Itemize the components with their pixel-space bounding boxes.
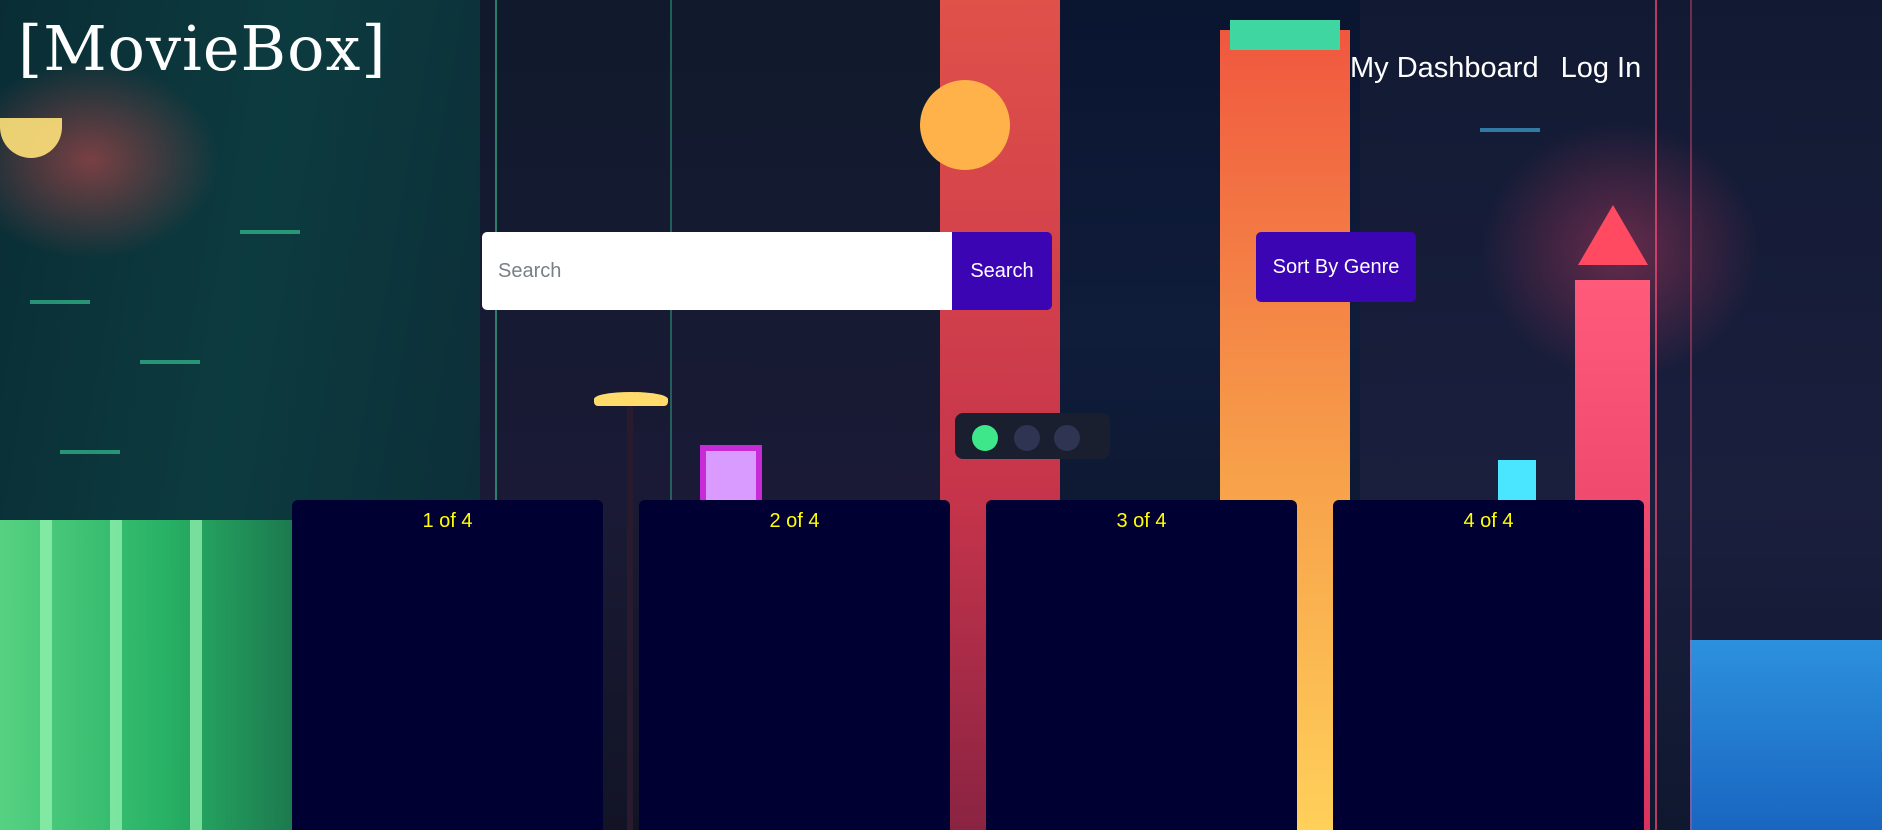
bg-street-lamp <box>594 392 668 406</box>
movie-card-row: 1 of 4 2 of 4 3 of 4 4 of 4 <box>292 500 1644 830</box>
bg-window-light <box>1480 128 1540 132</box>
sort-by-genre-button[interactable]: Sort By Genre <box>1256 232 1416 302</box>
card-counter: 2 of 4 <box>769 510 820 532</box>
bg-traffic-light-off <box>1014 425 1040 451</box>
search-form: Search <box>482 232 1052 310</box>
top-nav: My Dashboard Log In <box>1350 52 1641 85</box>
page: [MovieBox] My Dashboard Log In Search So… <box>0 0 1882 830</box>
card-counter: 1 of 4 <box>422 510 473 532</box>
bg-green-stripe <box>40 520 52 830</box>
bg-traffic-light-off <box>1054 425 1080 451</box>
movie-card[interactable]: 1 of 4 <box>292 500 603 830</box>
nav-link-my-dashboard[interactable]: My Dashboard <box>1350 52 1539 85</box>
bg-window-light <box>60 450 120 454</box>
bg-neon-line <box>1655 0 1657 830</box>
bg-blue-building <box>1690 640 1882 830</box>
bg-red-triangle-sign <box>1578 205 1648 265</box>
bg-sun <box>920 80 1010 170</box>
movie-card[interactable]: 4 of 4 <box>1333 500 1644 830</box>
bg-traffic-light-green <box>972 425 998 451</box>
bg-neon-line <box>1690 0 1692 830</box>
bg-tower-roof <box>1230 20 1340 50</box>
nav-link-log-in[interactable]: Log In <box>1561 52 1642 85</box>
card-counter: 3 of 4 <box>1116 510 1167 532</box>
bg-green-stripe <box>110 520 122 830</box>
bg-cyan-window <box>1498 460 1536 500</box>
search-input[interactable] <box>482 232 952 310</box>
bg-green-stripe <box>190 520 202 830</box>
bg-window-light <box>140 360 200 364</box>
movie-card[interactable]: 3 of 4 <box>986 500 1297 830</box>
brand-logo[interactable]: [MovieBox] <box>18 18 387 80</box>
bg-window-light <box>240 230 300 234</box>
search-button[interactable]: Search <box>952 232 1052 310</box>
bg-window-light <box>30 300 90 304</box>
card-counter: 4 of 4 <box>1463 510 1514 532</box>
movie-card[interactable]: 2 of 4 <box>639 500 950 830</box>
bg-red-glow <box>0 60 220 260</box>
